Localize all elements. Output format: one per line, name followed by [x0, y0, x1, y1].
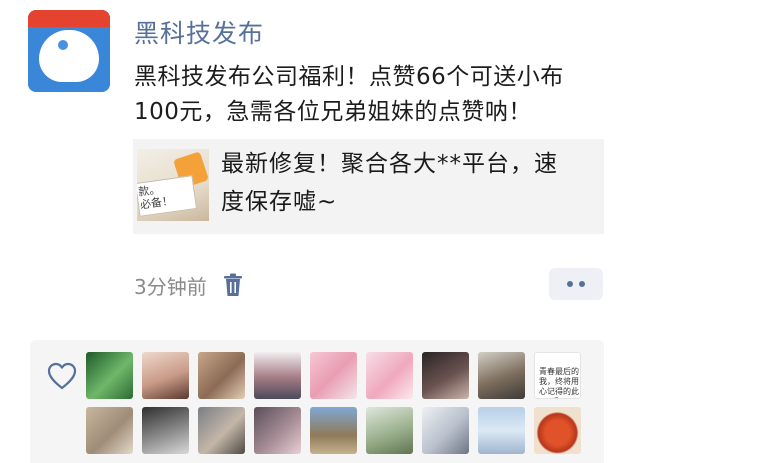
trash-icon[interactable] [223, 273, 243, 297]
liker-avatar[interactable] [534, 407, 581, 454]
liker-avatar[interactable] [422, 407, 469, 454]
liker-avatar-caption: 青春最后的我，终将用心记得的此后。 [539, 367, 579, 398]
liker-avatar[interactable] [310, 352, 357, 399]
more-dot [579, 281, 585, 287]
post-text: 黑科技发布公司福利！点赞66个可送小布100元，急需各位兄弟姐妹的点赞呐！ [134, 64, 564, 125]
avatar-eye [58, 40, 68, 50]
link-title: 最新修复！聚合各大**平台，速度保存嘘~ [221, 151, 558, 215]
liker-avatar[interactable] [142, 352, 189, 399]
liker-avatar[interactable] [310, 407, 357, 454]
liker-avatar[interactable] [478, 407, 525, 454]
liker-avatar[interactable] [142, 407, 189, 454]
liker-avatar[interactable] [254, 407, 301, 454]
link-card[interactable]: 款。 必备！ 最新修复！聚合各大**平台，速度保存嘘~ [133, 139, 604, 234]
liker-avatar[interactable] [478, 352, 525, 399]
likes-panel: 青春最后的我，终将用心记得的此后。 [30, 340, 604, 463]
link-thumbnail: 款。 必备！ [137, 149, 209, 221]
author-name[interactable]: 黑科技发布 [134, 14, 264, 50]
liker-avatar[interactable] [422, 352, 469, 399]
liker-avatar[interactable] [198, 352, 245, 399]
liker-avatar[interactable]: 青春最后的我，终将用心记得的此后。 [534, 352, 581, 399]
more-dots-icon[interactable] [549, 268, 603, 300]
liker-avatar[interactable] [254, 352, 301, 399]
liker-avatar[interactable] [366, 407, 413, 454]
avatar-face [39, 30, 99, 82]
post-meta: 3分钟前 [134, 272, 243, 299]
more-dot [567, 281, 573, 287]
doraemon-avatar-icon[interactable] [28, 10, 110, 92]
avatar-band [28, 10, 110, 27]
heart-outline-icon[interactable] [47, 362, 77, 390]
liker-avatar[interactable] [86, 407, 133, 454]
liker-avatar[interactable] [366, 352, 413, 399]
timestamp: 3分钟前 [134, 274, 207, 299]
liker-avatar[interactable] [198, 407, 245, 454]
liker-avatar[interactable] [86, 352, 133, 399]
